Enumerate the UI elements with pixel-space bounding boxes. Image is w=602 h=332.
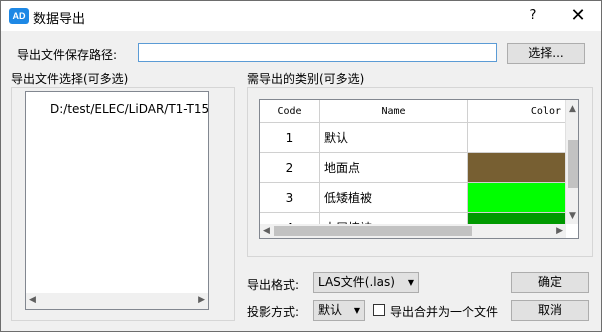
projection-label: 投影方式: [247,305,300,319]
scroll-down-icon[interactable]: ▼ [569,209,576,224]
column-header-name[interactable]: Name [320,100,468,123]
close-button[interactable]: ✕ [567,6,589,26]
export-dialog: AD 数据导出 ? ✕ 导出文件保存路径: 选择... 导出文件选择(可多选) … [0,0,602,332]
scroll-right-icon[interactable]: ▶ [198,293,205,308]
window-title: 数据导出 [33,12,86,27]
column-header-code[interactable]: Code [260,100,320,123]
format-select-value: LAS文件(.las) [318,275,395,289]
chevron-down-icon: ▼ [407,278,414,287]
column-header-color[interactable]: Color [468,100,566,123]
format-label: 导出格式: [247,278,300,292]
color-swatch[interactable] [468,183,566,213]
category-select-title: 需导出的类别(可多选) [247,72,365,86]
name-cell: 地面点 [320,153,468,183]
scrollbar-thumb[interactable] [568,140,578,188]
merge-label[interactable]: 导出合并为一个文件 [390,303,498,320]
file-list-scrollbar[interactable]: ◀ ▶ [25,293,209,310]
scroll-left-icon[interactable]: ◀ [29,293,36,308]
code-cell: 1 [260,123,320,153]
table-row[interactable]: 2 地面点 [260,153,566,183]
file-list[interactable]: D:/test/ELEC/LiDAR/T1-T15.las [25,91,209,305]
color-swatch[interactable] [468,123,566,153]
table-vertical-scrollbar[interactable]: ▲ ▼ [565,100,578,224]
save-path-label: 导出文件保存路径: [17,48,118,62]
table-row[interactable]: 1 默认 [260,123,566,153]
color-swatch[interactable] [468,153,566,183]
help-button[interactable]: ? [523,6,543,26]
category-table[interactable]: Code Name Color 1 默认 2 地面点 3 低矮植被 4 中层植被… [259,99,579,239]
format-select[interactable]: LAS文件(.las) ▼ [313,272,419,293]
table-horizontal-scrollbar[interactable]: ◀ ▶ [260,224,566,238]
code-cell: 3 [260,183,320,213]
chevron-down-icon: ▼ [353,306,360,315]
cancel-button[interactable]: 取消 [511,300,589,321]
ok-button[interactable]: 确定 [511,272,589,293]
name-cell: 低矮植被 [320,183,468,213]
save-path-input[interactable] [138,43,497,62]
projection-select-value: 默认 [318,303,343,317]
name-cell: 默认 [320,123,468,153]
merge-checkbox[interactable] [373,304,385,316]
scroll-up-icon[interactable]: ▲ [569,102,576,117]
app-icon: AD [9,8,29,24]
projection-select[interactable]: 默认 ▼ [313,300,365,321]
browse-button[interactable]: 选择... [507,43,585,64]
code-cell: 2 [260,153,320,183]
scrollbar-thumb[interactable] [274,226,472,236]
list-item[interactable]: D:/test/ELEC/LiDAR/T1-T15.las [50,102,208,116]
file-select-title: 导出文件选择(可多选) [11,72,129,86]
title-bar: AD 数据导出 ? ✕ [1,1,601,31]
scroll-left-icon[interactable]: ◀ [263,224,270,238]
table-row[interactable]: 3 低矮植被 [260,183,566,213]
scroll-right-icon[interactable]: ▶ [556,224,563,238]
